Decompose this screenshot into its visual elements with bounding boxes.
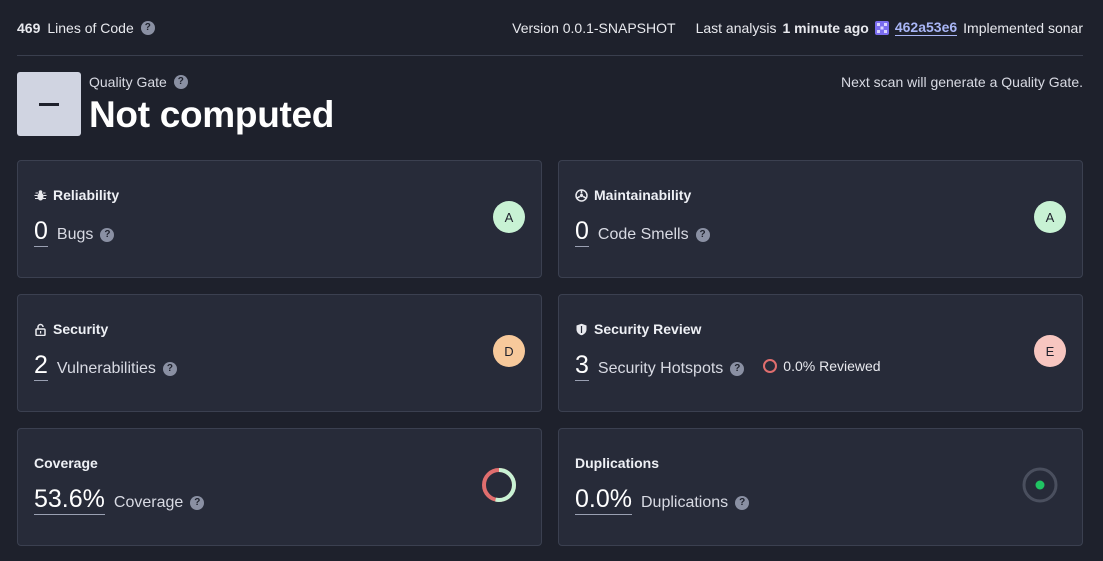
bug-icon [34,189,47,200]
analysis-meta: Version 0.0.1-SNAPSHOT Last analysis 1 m… [512,19,1083,36]
lines-of-code: 469 Lines of Code ? [17,20,155,36]
version-label: Version 0.0.1-SNAPSHOT [512,19,676,36]
metric: 53.6% Coverage? [34,485,205,515]
reliability-rating-badge[interactable]: A [493,201,525,233]
loc-label: Lines of Code [47,19,134,36]
help-icon[interactable]: ? [695,228,710,242]
coverage-card: Coverage 53.6% Coverage? [17,428,542,546]
last-analysis-label: Last analysis [695,19,777,36]
vulnerabilities-label: Vulnerabilities [56,360,156,377]
security-rating-badge[interactable]: D [493,335,525,367]
metric: 2 Vulnerabilities? [34,351,177,381]
duplications-dot [1035,480,1045,490]
quality-gate: Quality Gate ? Not computed Next scan wi… [17,72,1083,138]
security-review-rating-badge[interactable]: E [1034,335,1066,367]
maintainability-icon [575,188,588,202]
bugs-label: Bugs [56,226,94,243]
quality-gate-status: Not computed [89,94,335,135]
quality-gate-label-row: Quality Gate ? [89,74,188,90]
card-title: Security [34,321,108,337]
hotspots-value-link[interactable]: 3 [575,351,589,381]
quality-gate-status-box [17,72,81,136]
metric: 0 Code Smells? [575,217,710,247]
quality-gate-label: Quality Gate [89,74,167,90]
shield-icon [576,323,587,335]
loc-value: 469 [17,19,41,36]
bugs-value-link[interactable]: 0 [34,217,48,247]
coverage-value-link[interactable]: 53.6% [34,485,105,515]
dash-icon [39,102,59,106]
help-icon[interactable]: ? [190,496,205,510]
card-title: Maintainability [575,187,691,203]
maintainability-card: Maintainability 0 Code Smells? A [558,160,1083,278]
help-icon[interactable]: ? [162,362,177,376]
card-title: Duplications [575,455,660,471]
coverage-donut-chart[interactable] [481,467,517,503]
lock-icon [35,323,46,336]
card-title: Coverage [34,455,98,471]
reliability-card: Reliability 0 Bugs? A [17,160,542,278]
help-icon[interactable]: ? [140,20,155,35]
security-card: Security 2 Vulnerabilities? D [17,294,542,412]
metric: 3 Security Hotspots? 0.0% Reviewed [575,351,881,381]
help-icon[interactable]: ? [730,362,745,376]
duplications-card: Duplications 0.0% Duplications? [558,428,1083,546]
duplications-indicator[interactable] [1022,467,1058,503]
vulnerabilities-value-link[interactable]: 2 [34,351,48,381]
project-summary-bar: 469 Lines of Code ? Version 0.0.1-SNAPSH… [17,0,1083,56]
metric: 0 Bugs? [34,217,115,247]
coverage-label: Coverage [113,494,184,511]
last-analysis-value: 1 minute ago [782,19,869,36]
reviewed-ring-icon [763,359,778,373]
card-title: Reliability [34,187,119,203]
help-icon[interactable]: ? [173,75,188,89]
help-icon[interactable]: ? [100,228,115,242]
hotspots-label: Security Hotspots [597,360,724,377]
quality-gate-note: Next scan will generate a Quality Gate. [840,74,1083,90]
card-title: Security Review [575,321,701,337]
security-review-card: Security Review 3 Security Hotspots? 0.0… [558,294,1083,412]
reviewed-indicator: 0.0% Reviewed [763,358,881,374]
commit-hash-link[interactable]: 462a53e6 [894,19,958,36]
help-icon[interactable]: ? [735,496,750,510]
code-smells-value-link[interactable]: 0 [575,217,589,247]
commit-avatar-icon [874,20,889,35]
maintainability-rating-badge[interactable]: A [1034,201,1066,233]
duplications-label: Duplications [640,494,729,511]
commit-message: Implemented sonar [963,19,1083,36]
code-smells-label: Code Smells [597,226,689,243]
metric: 0.0% Duplications? [575,485,750,515]
reviewed-label: 0.0% Reviewed [783,358,881,374]
duplications-value-link[interactable]: 0.0% [575,485,632,515]
